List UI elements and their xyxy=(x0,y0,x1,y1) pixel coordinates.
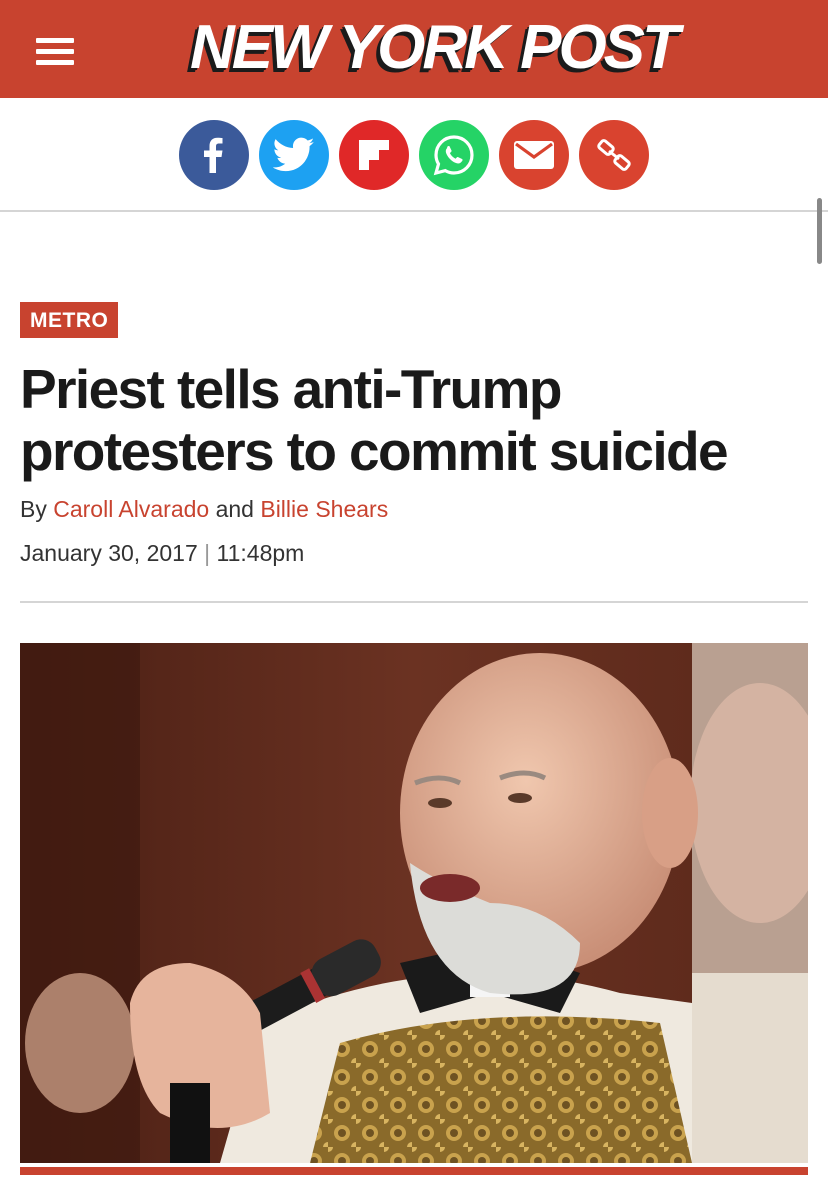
date-separator: | xyxy=(204,540,211,566)
twitter-share-button[interactable] xyxy=(259,120,329,190)
flipboard-icon xyxy=(359,140,389,170)
whatsapp-icon xyxy=(433,135,474,176)
flipboard-share-button[interactable] xyxy=(339,120,409,190)
copy-link-button[interactable] xyxy=(579,120,649,190)
publish-date: January 30, 2017 xyxy=(20,540,198,566)
priest-photo xyxy=(20,643,808,1163)
email-share-button[interactable] xyxy=(499,120,569,190)
link-icon xyxy=(597,139,631,171)
share-bar xyxy=(0,98,828,264)
photo-caption-bar xyxy=(20,1167,808,1175)
divider xyxy=(20,601,808,603)
scrollbar[interactable] xyxy=(817,198,822,264)
byline: By Caroll Alvarado and Billie Shears xyxy=(20,496,388,523)
byline-prefix: By xyxy=(20,496,47,522)
hamburger-menu-icon[interactable] xyxy=(36,38,74,70)
site-logo[interactable]: NEW YORK POST xyxy=(190,12,680,84)
whatsapp-share-button[interactable] xyxy=(419,120,489,190)
facebook-share-button[interactable] xyxy=(179,120,249,190)
author-link[interactable]: Caroll Alvarado xyxy=(53,496,209,522)
byline-joiner: and xyxy=(215,496,254,522)
lead-photo[interactable] xyxy=(20,643,808,1163)
email-icon xyxy=(514,141,554,169)
publish-time: 11:48pm xyxy=(216,540,305,566)
site-header: NEW YORK POST xyxy=(0,0,828,98)
section-tag[interactable]: METRO xyxy=(20,302,119,338)
twitter-icon xyxy=(273,137,315,172)
author-link[interactable]: Billie Shears xyxy=(260,496,388,522)
facebook-icon xyxy=(204,137,223,173)
dateline: January 30, 2017 | 11:48pm xyxy=(20,540,304,567)
article-headline: Priest tells anti-Trump protesters to co… xyxy=(20,358,729,482)
